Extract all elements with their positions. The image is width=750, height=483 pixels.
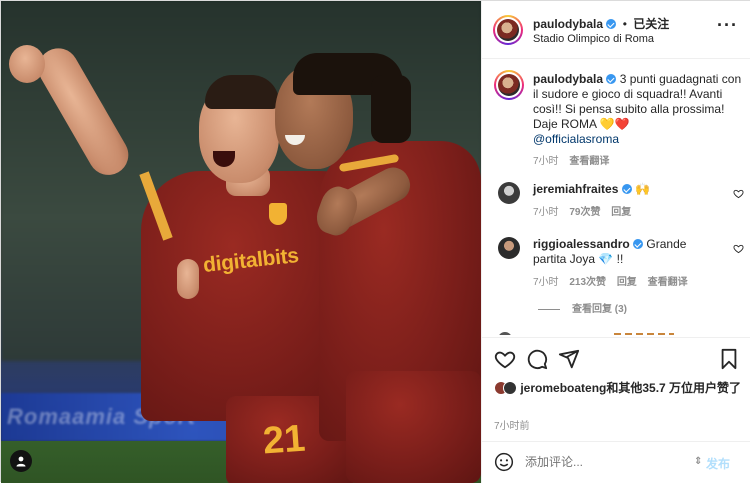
comments-scroll-area[interactable]: paulodybala 3 punti guadagnati con il su… — [482, 60, 750, 335]
verified-icon — [621, 184, 632, 194]
shirt-number: 21 — [261, 417, 307, 463]
comment-time[interactable]: 7小时 — [533, 207, 559, 218]
post-time-ago[interactable]: 7小时前 — [494, 417, 530, 432]
header-dot: • — [622, 17, 627, 31]
verified-icon — [606, 74, 617, 84]
comment-username[interactable]: jeremiahfraites — [533, 182, 618, 196]
user-tag-icon — [16, 456, 26, 467]
follow-status[interactable]: 已关注 — [633, 17, 669, 31]
caption-body: paulodybala 3 punti guadagnati con il su… — [533, 72, 743, 169]
post-modal: Romaamia Sport digitalbits 21 paulodybal… — [0, 0, 750, 483]
next-comment-partial — [494, 330, 744, 335]
heart-icon[interactable] — [494, 348, 516, 370]
verified-icon — [606, 19, 617, 29]
comment-reply[interactable]: 回复 — [617, 277, 637, 288]
comment-reply[interactable]: 回复 — [611, 207, 631, 218]
liker-avatar — [503, 381, 517, 395]
share-icon[interactable] — [558, 348, 580, 370]
location-link[interactable]: Stadio Olimpico di Roma — [533, 33, 654, 45]
caption-meta: 7小时 查看翻译 — [533, 154, 743, 169]
bookmark-icon[interactable] — [718, 348, 740, 370]
caption-username[interactable]: paulodybala — [533, 72, 603, 86]
author-name-line: paulodybala • 已关注 — [533, 15, 669, 32]
post-details-panel: paulodybala • 已关注 Stadio Olimpico di Rom… — [481, 1, 750, 483]
emoji-icon[interactable] — [494, 452, 514, 472]
comment-meta: 7小时 79次赞 回复 — [533, 205, 718, 220]
caption-mention[interactable]: @officialasroma — [533, 132, 619, 146]
view-replies-button[interactable]: 查看回复 (3) — [538, 300, 627, 315]
add-comment-input[interactable] — [525, 455, 675, 469]
post-comment-label: 发布 — [705, 457, 730, 471]
dybala-hand-on-shoulder — [177, 259, 199, 299]
commenter-avatar[interactable] — [498, 182, 520, 204]
comment-text: 🙌 — [635, 182, 651, 196]
heart-icon[interactable] — [733, 243, 744, 254]
comment-icon[interactable] — [526, 348, 548, 370]
likes-summary: jeromeboateng和其他35.7 万位用户赞了 — [494, 381, 744, 396]
verified-icon — [633, 239, 644, 249]
commenter-avatar[interactable] — [498, 237, 520, 259]
club-crest — [269, 203, 287, 225]
fist — [9, 45, 45, 83]
author-username[interactable]: paulodybala — [533, 17, 603, 31]
caption-time[interactable]: 7小时 — [533, 156, 559, 167]
loading-spinner-icon: ⇕ — [693, 456, 703, 467]
action-bar — [482, 337, 750, 381]
view-replies-label: 查看回复 (3) — [572, 304, 627, 315]
comment-translate[interactable]: 查看翻译 — [648, 277, 688, 288]
heart-icon[interactable] — [733, 188, 744, 199]
caption-avatar[interactable] — [494, 70, 524, 100]
caption-translate[interactable]: 查看翻译 — [569, 156, 609, 167]
smalling-dreadlocks — [371, 75, 411, 143]
comment-meta: 7小时 213次赞 回复 查看翻译 — [533, 275, 718, 290]
comment-body: jeremiahfraites 🙌 7小时 79次赞 回复 — [533, 182, 718, 220]
author-avatar[interactable] — [493, 15, 523, 45]
comment-likes[interactable]: 213次赞 — [569, 277, 606, 288]
liker-username[interactable]: jeromeboateng — [520, 381, 606, 395]
smalling-shorts — [346, 371, 481, 483]
comment-username[interactable]: riggioalessandro — [533, 237, 630, 251]
post-header: paulodybala • 已关注 Stadio Olimpico di Rom… — [482, 1, 750, 59]
comment-likes[interactable]: 79次赞 — [569, 207, 600, 218]
post-photo[interactable]: Romaamia Sport digitalbits 21 — [1, 1, 481, 483]
post-comment-button[interactable]: ⇕ 发布 — [694, 455, 730, 472]
user-tag-button[interactable] — [10, 450, 32, 472]
comment-time[interactable]: 7小时 — [533, 277, 559, 288]
replies-dash — [538, 308, 560, 310]
likes-rest[interactable]: 和其他35.7 万位用户赞了 — [606, 381, 741, 395]
add-comment-bar: ⇕发布 — [482, 441, 750, 483]
dybala-hair — [205, 75, 279, 109]
more-icon[interactable]: ··· — [717, 16, 738, 34]
comment-body: riggioalessandro Grande partita Joya 💎 !… — [533, 237, 718, 290]
